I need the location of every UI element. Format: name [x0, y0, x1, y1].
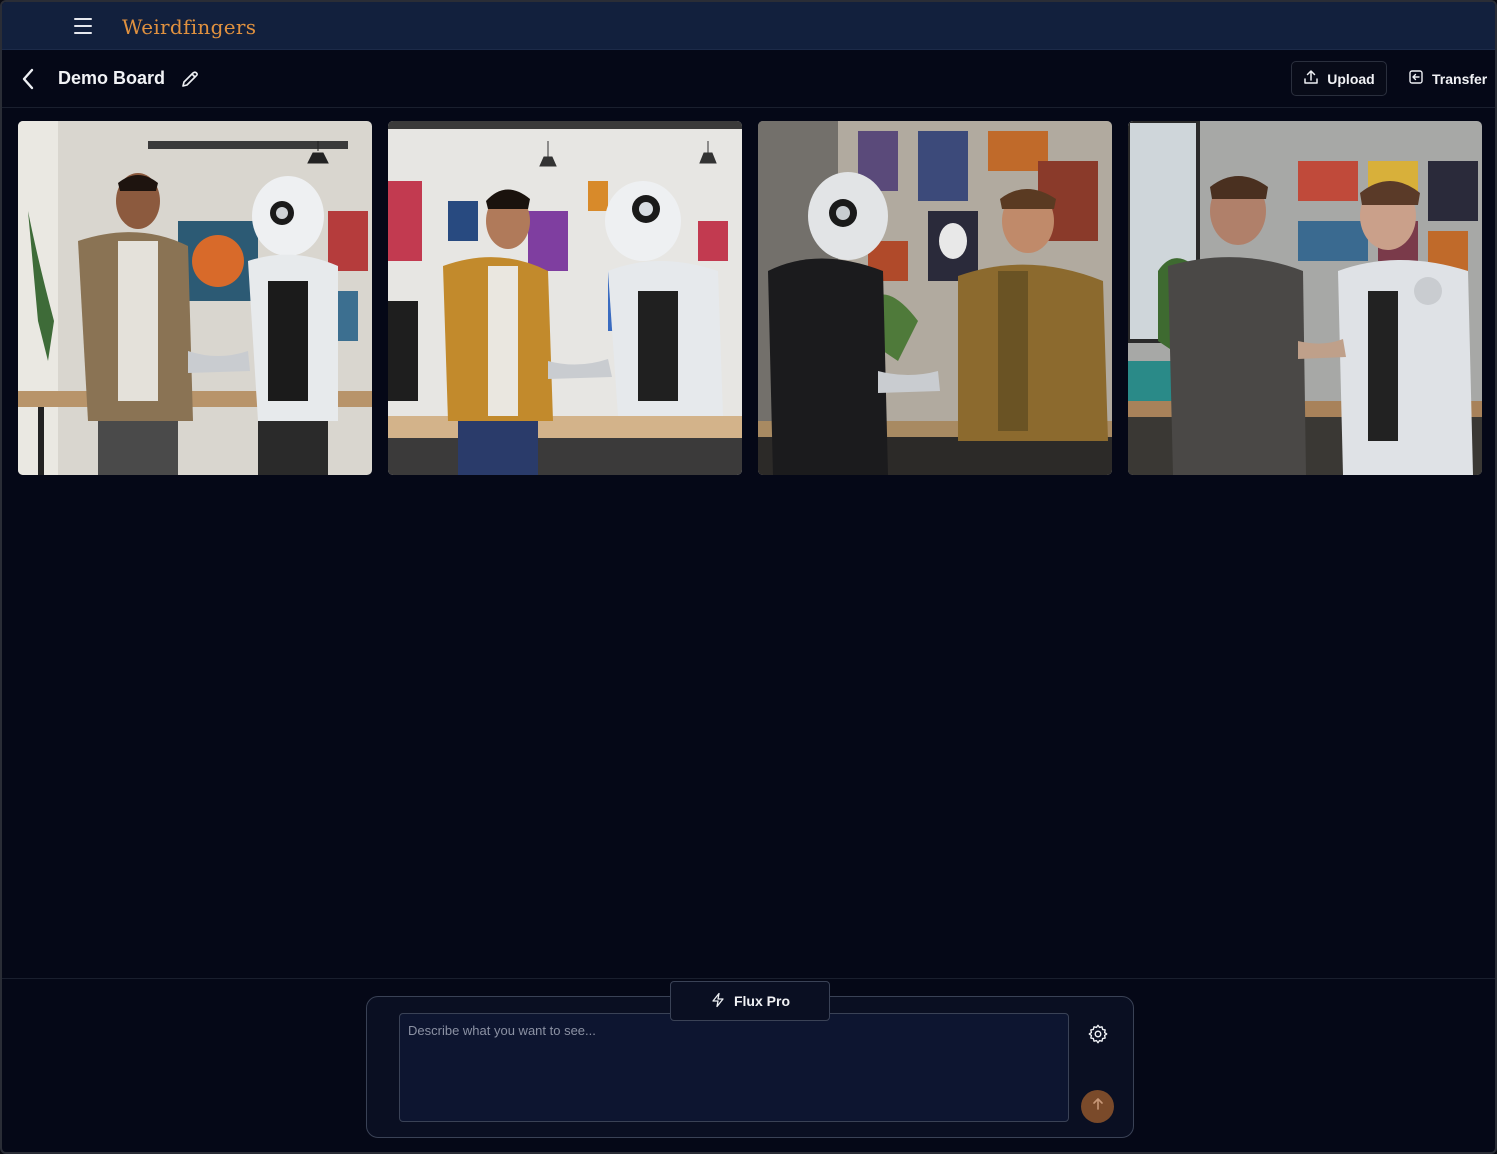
top-nav: Weirdfingers	[2, 2, 1495, 50]
board-header: Demo Board Upload Transfer	[2, 50, 1495, 108]
model-selector[interactable]: Flux Pro	[670, 981, 830, 1021]
app-window: Weirdfingers Demo Board Upload Transfer	[0, 0, 1497, 1154]
prompt-input[interactable]	[399, 1013, 1069, 1122]
chevron-left-icon[interactable]	[18, 67, 40, 91]
model-label: Flux Pro	[733, 993, 790, 1009]
brand-logo[interactable]: Weirdfingers	[122, 15, 256, 39]
transfer-button[interactable]: Transfer	[1400, 61, 1492, 96]
board-title: Demo Board	[58, 68, 166, 88]
bottom-divider	[2, 978, 1495, 979]
gear-icon[interactable]	[1087, 1023, 1109, 1045]
image-gallery	[18, 121, 1482, 475]
upload-button[interactable]: Upload	[1291, 61, 1387, 96]
arrow-up-icon	[1091, 1097, 1105, 1116]
gallery-image[interactable]	[758, 121, 1112, 475]
hamburger-icon[interactable]	[74, 18, 96, 36]
transfer-label: Transfer	[1432, 70, 1488, 87]
lightning-icon	[710, 992, 726, 1011]
send-button[interactable]	[1081, 1090, 1114, 1123]
pencil-icon[interactable]	[180, 69, 200, 89]
upload-label: Upload	[1327, 70, 1375, 87]
gallery-image[interactable]	[1128, 121, 1482, 475]
gallery-image[interactable]	[18, 121, 372, 475]
upload-icon	[1303, 69, 1319, 88]
gallery-image[interactable]	[388, 121, 742, 475]
transfer-icon	[1408, 69, 1424, 88]
